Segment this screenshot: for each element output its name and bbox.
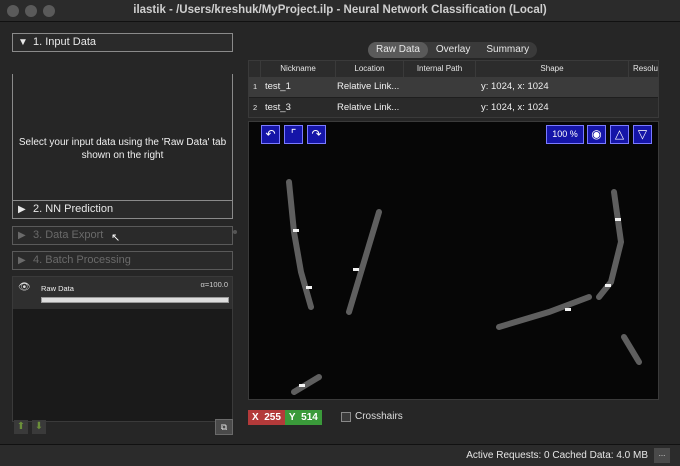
image-viewer[interactable]: ↶ ⌜ ↷ 100 % ◉ △ ▽ (248, 121, 659, 400)
column-header[interactable]: Shape (476, 61, 629, 77)
tab-overlay[interactable]: Overlay (428, 42, 478, 58)
rotate-right-button[interactable]: ↷ (307, 125, 326, 144)
x-value: 255 (264, 412, 281, 423)
x-coordinate-badge[interactable]: X 255 (248, 410, 285, 425)
applet-label: 3. Data Export (33, 229, 104, 241)
status-menu-button[interactable]: ... (654, 448, 670, 463)
nickname-cell: test_1 (265, 81, 291, 92)
column-header[interactable]: Nickname (261, 61, 336, 77)
y-label: Y (288, 412, 296, 423)
chevron-right-icon: ▶ (18, 255, 26, 266)
y-value: 514 (301, 412, 318, 423)
zoom-button[interactable]: 100 % (546, 125, 584, 144)
applet-input-data-body: Select your input data using the 'Raw Da… (12, 74, 233, 201)
tab-bar: Raw Data Overlay Summary (368, 42, 538, 58)
layer-opacity-fill (42, 298, 228, 302)
dataset-table: Nickname Location Internal Path Shape Re… (248, 60, 659, 118)
row-number: 1 (253, 82, 258, 91)
applet-nn-prediction-header[interactable]: ▶ 2. NN Prediction (12, 200, 233, 219)
crosshairs-label: Crosshairs (355, 411, 403, 422)
status-text: Active Requests: 0 Cached Data: 4.0 MB (466, 450, 648, 461)
eye-icon[interactable]: 👁 (18, 282, 31, 293)
tab-summary[interactable]: Summary (478, 42, 537, 58)
crosshairs-checkbox[interactable] (341, 412, 351, 422)
applet-batch-processing-header[interactable]: ▶ 4. Batch Processing (12, 251, 233, 270)
slice-down-button[interactable]: ▽ (633, 125, 652, 144)
swap-axes-button[interactable]: ⌜ (284, 125, 303, 144)
chevron-down-icon: ▼ (18, 37, 28, 48)
input-hint-text: Select your input data using the 'Raw Da… (18, 137, 227, 161)
column-header[interactable]: Resolu (629, 61, 658, 77)
move-layer-up-button[interactable]: ⬆ (14, 420, 28, 434)
slice-up-button[interactable]: △ (610, 125, 629, 144)
applet-label: 2. NN Prediction (33, 203, 114, 215)
chevron-right-icon: ▶ (18, 204, 26, 215)
layer-alpha: α=100.0 (200, 280, 228, 289)
row-number: 2 (253, 103, 258, 112)
layer-name: Raw Data (41, 284, 74, 293)
column-header[interactable]: Internal Path (404, 61, 476, 77)
status-bar: Active Requests: 0 Cached Data: 4.0 MB .… (0, 444, 680, 466)
y-coordinate-badge[interactable]: Y 514 (284, 410, 322, 425)
rotate-left-button[interactable]: ↶ (261, 125, 280, 144)
title-bar: ilastik - /Users/kreshuk/MyProject.ilp -… (0, 0, 680, 22)
location-cell: Relative Link... (337, 81, 400, 92)
microscopy-image (286, 179, 642, 395)
location-cell: Relative Link... (337, 102, 400, 113)
mouse-pointer-icon: ↖ (111, 232, 121, 244)
position-readout: X 255 Y 514 (248, 410, 322, 425)
applet-label: 4. Batch Processing (33, 254, 131, 266)
table-row[interactable]: 1 test_1 Relative Link... y: 1024, x: 10… (249, 77, 658, 97)
applet-data-export-header[interactable]: ▶ 3. Data Export (12, 226, 233, 245)
splitter-handle[interactable] (233, 230, 237, 234)
layer-panel: 👁 Raw Data α=100.0 (12, 276, 233, 422)
window-title: ilastik - /Users/kreshuk/MyProject.ilp -… (133, 4, 547, 16)
x-label: X (252, 412, 259, 423)
camera-icon[interactable]: ◉ (587, 125, 606, 144)
nickname-cell: test_3 (265, 102, 291, 113)
column-header[interactable]: Location (336, 61, 404, 77)
applet-label: 1. Input Data (33, 36, 96, 48)
applet-input-data-header[interactable]: ▼ 1. Input Data (12, 33, 233, 52)
layer-row[interactable]: 👁 Raw Data α=100.0 (13, 277, 232, 309)
export-layer-button[interactable]: ⧉ (215, 419, 233, 435)
chevron-right-icon: ▶ (18, 230, 26, 241)
move-layer-down-button[interactable]: ⬇ (32, 420, 46, 434)
tab-raw-data[interactable]: Raw Data (368, 42, 428, 58)
table-corner (249, 61, 261, 77)
table-row[interactable]: 2 test_3 Relative Link... y: 1024, x: 10… (249, 98, 658, 117)
layer-opacity-slider[interactable] (41, 297, 229, 303)
main-area: ▼ 1. Input Data Select your input data u… (0, 22, 680, 444)
shape-cell: y: 1024, x: 1024 (481, 102, 549, 113)
shape-cell: y: 1024, x: 1024 (481, 81, 549, 92)
